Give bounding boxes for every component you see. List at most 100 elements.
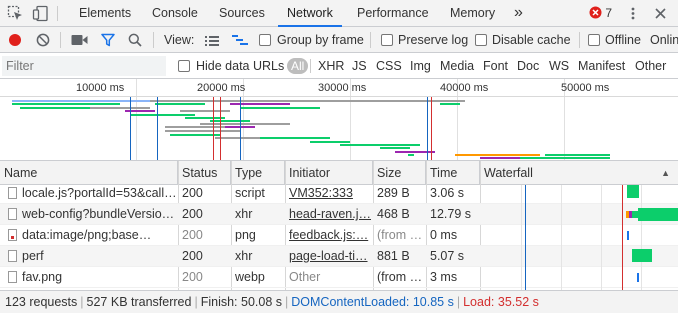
inspect-element-icon[interactable] xyxy=(7,5,24,25)
view-label: View: xyxy=(164,33,195,47)
request-type: xhr xyxy=(235,207,253,221)
overview-request-bar xyxy=(340,144,420,146)
error-count-badge[interactable]: 7 xyxy=(589,6,612,20)
request-initiator-link[interactable]: VM352:333 xyxy=(285,185,373,204)
overview-dom-content-loaded-line xyxy=(240,97,241,160)
filter-type-all[interactable]: All xyxy=(287,58,309,74)
request-name: perf xyxy=(22,249,44,263)
tab-network[interactable]: Network xyxy=(278,0,342,27)
filter-type-img[interactable]: Img xyxy=(410,53,431,79)
filter-type-media[interactable]: Media xyxy=(440,53,474,79)
device-toolbar-icon[interactable] xyxy=(32,5,49,25)
request-status: 200 xyxy=(182,249,203,263)
request-time: 12.79 s xyxy=(430,207,472,221)
overview-dom-content-loaded-line xyxy=(427,97,428,160)
request-initiator: Other xyxy=(289,270,321,284)
toolbar-separator xyxy=(579,32,580,48)
customize-menu-icon[interactable] xyxy=(628,6,638,24)
search-icon[interactable] xyxy=(128,33,142,50)
column-header-initiator[interactable]: Initiator xyxy=(285,161,373,185)
request-size: 881 B xyxy=(377,249,410,263)
overview-request-bar xyxy=(395,151,435,153)
filter-bar: Hide data URLs All XHR JS CSS Img Media … xyxy=(0,53,678,79)
tab-memory[interactable]: Memory xyxy=(450,0,495,26)
overview-request-bar xyxy=(430,100,465,102)
overview-request-bar xyxy=(240,107,320,109)
filter-type-css[interactable]: CSS xyxy=(376,53,402,79)
request-initiator-link[interactable]: feedback.js:… xyxy=(285,225,373,246)
filter-type-js[interactable]: JS xyxy=(352,53,367,79)
record-icon[interactable] xyxy=(8,33,22,50)
offline-label: Offline xyxy=(605,33,641,47)
waterfall-overview-icon[interactable] xyxy=(232,35,248,49)
filter-type-manifest[interactable]: Manifest xyxy=(578,53,625,79)
request-type: png xyxy=(235,228,256,242)
column-header-status[interactable]: Status xyxy=(178,161,231,185)
script-file-icon xyxy=(8,187,17,199)
column-header-waterfall[interactable]: Waterfall xyxy=(480,161,678,185)
overview-request-bar xyxy=(310,141,350,143)
overview-request-bar xyxy=(130,114,195,116)
tab-console[interactable]: Console xyxy=(152,0,198,26)
overview-request-bar xyxy=(12,100,152,102)
column-header-size[interactable]: Size xyxy=(373,161,426,185)
disable-cache-checkbox[interactable] xyxy=(475,34,487,46)
overview-request-bar xyxy=(545,154,610,156)
summary-separator: | xyxy=(194,295,198,309)
waterfall-gridline xyxy=(601,185,602,290)
filter-type-font[interactable]: Font xyxy=(483,53,508,79)
close-devtools-icon[interactable] xyxy=(654,7,667,23)
overview-load-line xyxy=(220,97,221,160)
column-header-type[interactable]: Type xyxy=(231,161,285,185)
waterfall-gridline xyxy=(641,185,642,290)
throttling-select[interactable]: Online xyxy=(650,27,678,53)
offline-checkbox[interactable] xyxy=(588,34,600,46)
tab-performance[interactable]: Performance xyxy=(357,0,429,26)
devtools-tab-bar: Elements Console Sources Network Perform… xyxy=(0,0,678,27)
clear-icon[interactable] xyxy=(36,33,50,50)
tab-elements[interactable]: Elements xyxy=(79,0,131,26)
request-size: (from … xyxy=(377,270,423,284)
request-type: xhr xyxy=(235,249,253,263)
request-size: 468 B xyxy=(377,207,410,221)
waterfall-gridline xyxy=(561,185,562,290)
more-tabs-button[interactable]: » xyxy=(514,0,523,26)
filter-type-ws[interactable]: WS xyxy=(549,53,569,79)
overview-request-bar xyxy=(90,107,150,109)
error-count: 7 xyxy=(605,6,613,20)
overview-divider xyxy=(0,96,678,97)
request-name: web-config?bundleVersio… xyxy=(22,207,175,221)
filter-input[interactable] xyxy=(2,56,166,76)
request-initiator-link[interactable]: page-load-ti… xyxy=(285,246,373,267)
request-initiator-link[interactable]: head-raven.j… xyxy=(285,204,373,225)
webp-file-icon xyxy=(8,271,17,283)
filter-type-doc[interactable]: Doc xyxy=(517,53,539,79)
request-status: 200 xyxy=(182,207,203,221)
filter-type-xhr[interactable]: XHR xyxy=(318,53,344,79)
network-toolbar: View: Group by frame Preserve log Disabl… xyxy=(0,27,678,53)
filter-type-other[interactable]: Other xyxy=(635,53,666,79)
overview-request-bar xyxy=(440,103,460,105)
filter-funnel-icon[interactable] xyxy=(101,33,115,50)
request-name: locale.js?portalId=53&call… xyxy=(22,186,177,200)
filter-separator xyxy=(310,59,311,73)
request-name: data:image/png;base… xyxy=(22,228,152,242)
screenshot-camera-icon[interactable] xyxy=(71,34,88,49)
overview-request-bar xyxy=(230,103,290,105)
request-count: 123 requests xyxy=(5,295,78,309)
network-overview-timeline[interactable]: 10000 ms 20000 ms 30000 ms 40000 ms 5000… xyxy=(0,79,678,161)
overview-dom-content-loaded-line xyxy=(130,97,131,160)
dom-content-loaded-line xyxy=(525,185,526,290)
column-header-name[interactable]: Name xyxy=(0,161,178,185)
group-by-frame-checkbox[interactable] xyxy=(259,34,271,46)
request-time: 5.07 s xyxy=(430,249,465,263)
overview-tick-label: 20000 ms xyxy=(197,82,246,94)
overview-request-bar xyxy=(12,103,120,105)
large-rows-list-icon[interactable] xyxy=(205,35,219,49)
preserve-log-checkbox[interactable] xyxy=(381,34,393,46)
tab-sources[interactable]: Sources xyxy=(219,0,265,26)
overview-request-bar xyxy=(210,120,250,122)
column-header-time[interactable]: Time xyxy=(426,161,480,185)
overview-request-bar xyxy=(20,107,90,109)
hide-data-urls-checkbox[interactable] xyxy=(178,60,190,72)
